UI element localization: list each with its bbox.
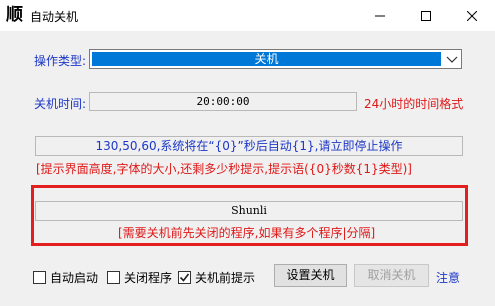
close-programs-checkbox[interactable]: 关闭程序	[107, 269, 172, 286]
op-type-selected-value: 关机	[92, 52, 441, 66]
time-format-hint: 24小时的时间格式	[364, 97, 464, 111]
auto-start-checkbox[interactable]: 自动启动	[33, 269, 98, 286]
minimize-icon	[375, 15, 385, 16]
set-shutdown-button[interactable]: 设置关机	[274, 264, 347, 287]
cancel-shutdown-button[interactable]: 取消关机	[354, 264, 429, 287]
close-programs-input[interactable]: Shunli	[35, 201, 463, 221]
minimize-button[interactable]	[357, 0, 403, 31]
op-type-select[interactable]: 关机	[89, 49, 462, 69]
chevron-down-icon[interactable]	[446, 54, 458, 64]
title-bar: 顺 自动关机	[0, 0, 495, 31]
close-icon	[467, 10, 477, 21]
notice-link[interactable]: 注意	[436, 269, 460, 286]
window-title: 自动关机	[30, 10, 79, 24]
prompt-before-checkbox-box[interactable]	[178, 271, 191, 284]
close-programs-label: 关闭程序	[124, 271, 173, 285]
prompt-before-checkbox[interactable]: 关机前提示	[178, 269, 255, 286]
close-programs-hint: [需要关机前先关闭的程序,如果有多个程序|分隔]	[118, 226, 376, 240]
op-type-label: 操作类型:	[34, 54, 87, 68]
prompt-settings-hint: [提示界面高度,字体的大小,还剩多少秒提示,提示语({0}秒数{1}类型)]	[36, 162, 412, 176]
maximize-button[interactable]	[403, 0, 449, 31]
auto-start-checkbox-box[interactable]	[33, 271, 46, 284]
app-icon: 顺	[6, 5, 23, 25]
checkmark-icon	[179, 273, 190, 282]
auto-start-label: 自动启动	[50, 271, 99, 285]
shutdown-time-label: 关机时间:	[34, 97, 87, 111]
maximize-icon	[421, 10, 431, 21]
close-programs-checkbox-box[interactable]	[107, 271, 120, 284]
shutdown-time-input[interactable]: 20:00:00	[89, 92, 357, 111]
prompt-before-label: 关机前提示	[195, 271, 256, 285]
close-button[interactable]	[449, 0, 495, 31]
prompt-settings-input[interactable]: 130,50,60,系统将在“{0}”秒后自动{1},请立即停止操作	[35, 136, 463, 156]
